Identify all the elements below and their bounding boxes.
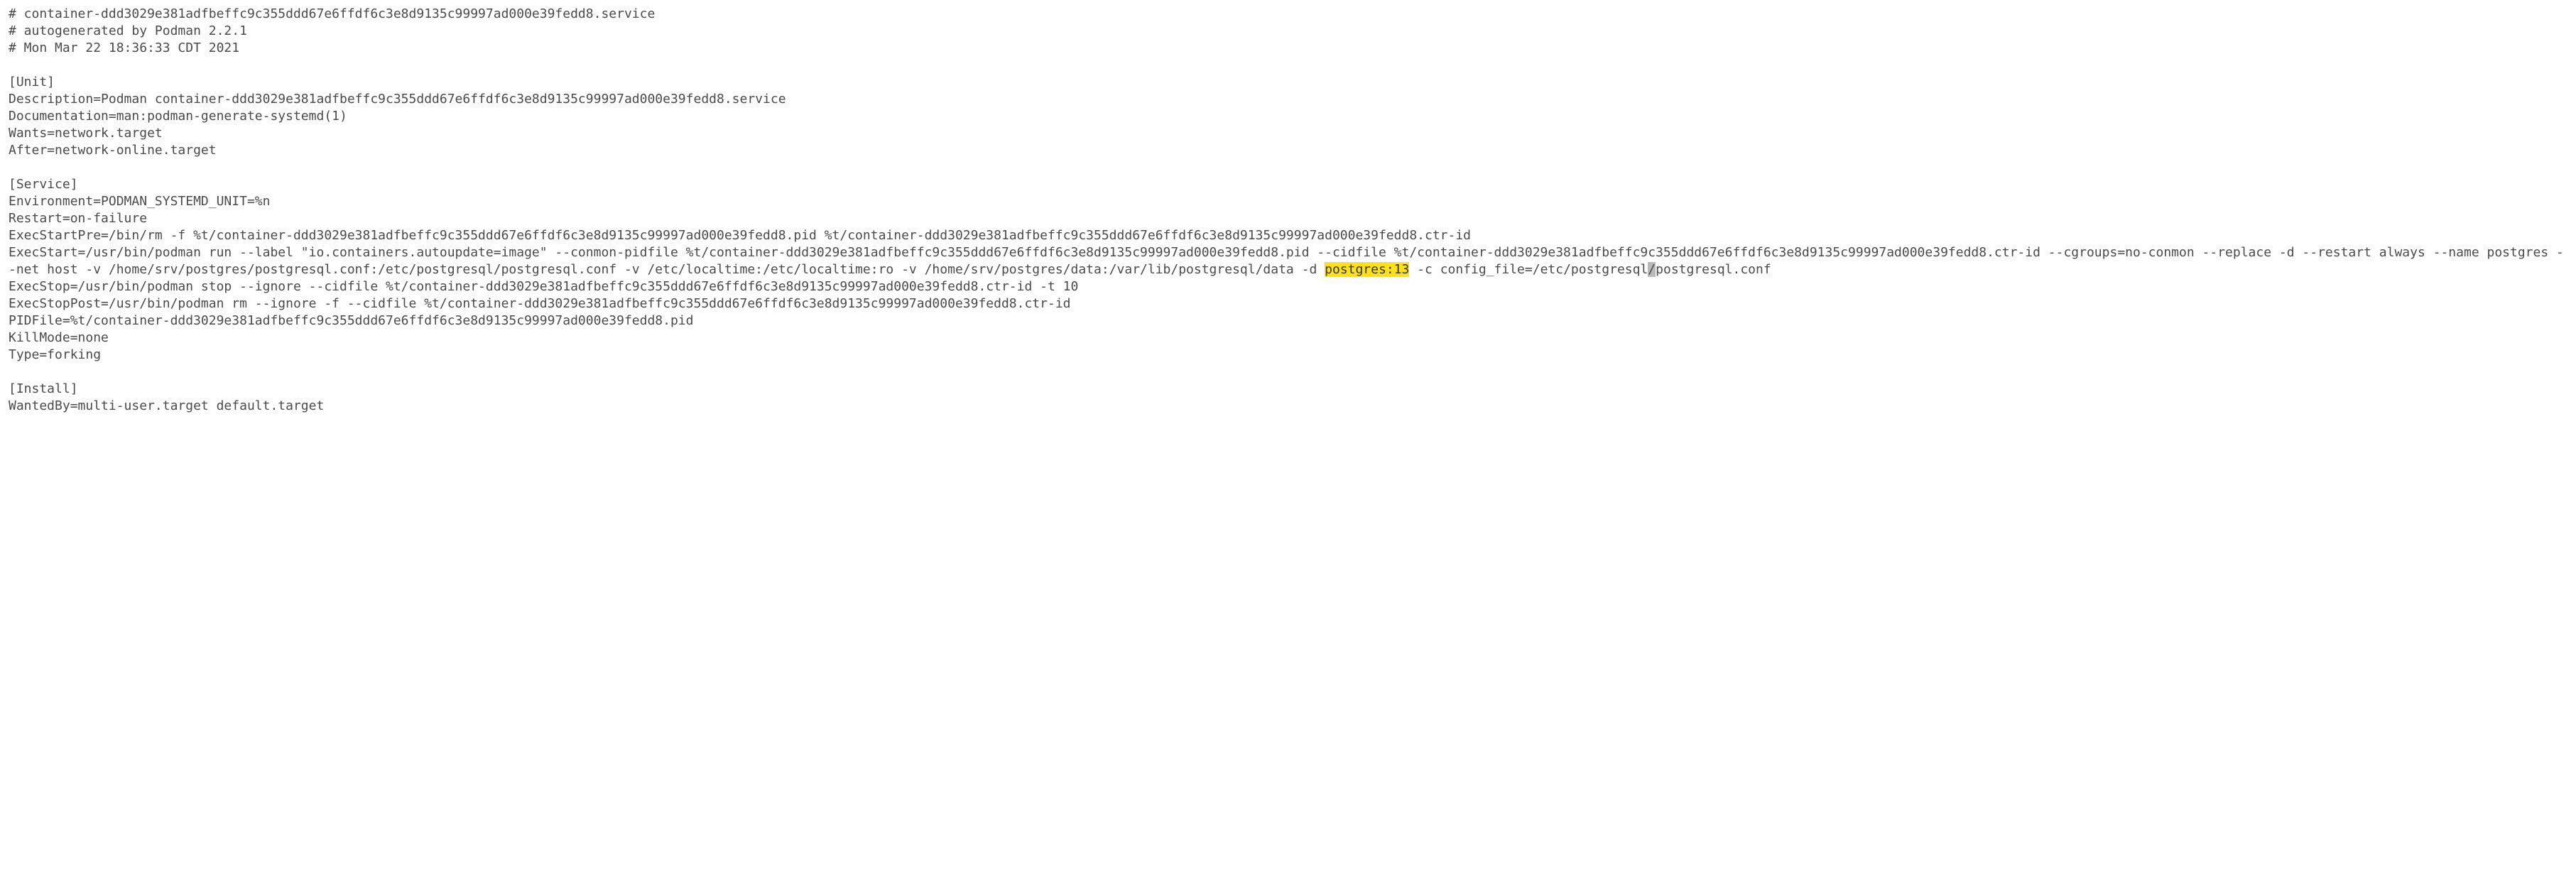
- comment-line: # container-ddd3029e381adfbeffc9c355ddd6…: [9, 6, 655, 21]
- service-execstart: ExecStart=/usr/bin/podman run --label "i…: [9, 245, 2564, 277]
- section-install-heading: [Install]: [9, 381, 78, 396]
- service-pidfile: PIDFile=%t/container-ddd3029e381adfbeffc…: [9, 313, 694, 328]
- service-execstop: ExecStop=/usr/bin/podman stop --ignore -…: [9, 279, 1078, 294]
- service-execstoppost: ExecStopPost=/usr/bin/podman rm --ignore…: [9, 296, 1071, 311]
- service-type: Type=forking: [9, 347, 101, 362]
- section-unit-heading: [Unit]: [9, 75, 55, 89]
- service-restart: Restart=on-failure: [9, 211, 147, 226]
- comment-line: # autogenerated by Podman 2.2.1: [9, 23, 247, 38]
- service-killmode: KillMode=none: [9, 330, 109, 345]
- comment-line: # Mon Mar 22 18:36:33 CDT 2021: [9, 40, 239, 55]
- systemd-unit-file: # container-ddd3029e381adfbeffc9c355ddd6…: [0, 0, 2576, 420]
- unit-after: After=network-online.target: [9, 143, 217, 158]
- unit-documentation: Documentation=man:podman-generate-system…: [9, 109, 347, 124]
- text-cursor: /: [1648, 262, 1656, 277]
- service-execstartpre: ExecStartPre=/bin/rm -f %t/container-ddd…: [9, 228, 1471, 243]
- section-service-heading: [Service]: [9, 177, 78, 192]
- install-wantedby: WantedBy=multi-user.target default.targe…: [9, 398, 324, 413]
- unit-description: Description=Podman container-ddd3029e381…: [9, 92, 786, 107]
- search-highlight: postgres:13: [1325, 262, 1409, 277]
- service-environment: Environment=PODMAN_SYSTEMD_UNIT=%n: [9, 194, 270, 209]
- unit-wants: Wants=network.target: [9, 126, 163, 141]
